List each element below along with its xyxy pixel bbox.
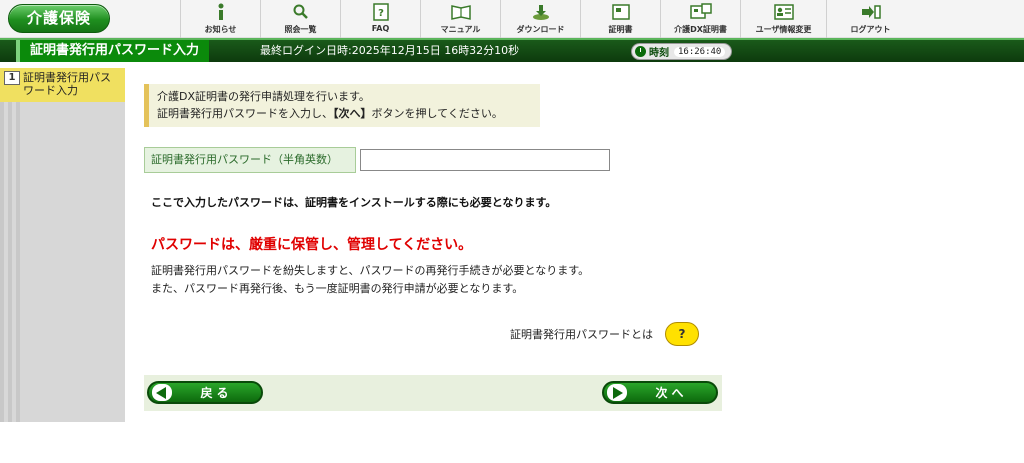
install-password-note: ここで入力したパスワードは、証明書をインストールする際にも必要となります。 (151, 196, 557, 209)
arrow-right-icon (607, 384, 627, 401)
sidebar-rail (0, 68, 20, 422)
notice-line-2: 証明書発行用パスワードを入力し、【次へ】ボタンを押してください。 (157, 105, 540, 122)
step-number: 1 (4, 71, 20, 85)
nav-item-dx-certificate[interactable]: 介護DX証明書 (660, 0, 740, 38)
help-text: 証明書発行用パスワードとは (510, 328, 653, 341)
download-icon (532, 3, 550, 21)
nav-menu: お知らせ 照会一覧 ? FAQ マニュアル ダウンロード 証明書 介護DX証明書… (180, 0, 914, 38)
manual-icon (450, 3, 471, 21)
nav-label: ログアウト (850, 25, 891, 34)
next-button[interactable]: 次へ (602, 381, 718, 404)
logout-icon (861, 3, 881, 21)
last-login-time: 最終ログイン日時:2025年12月15日 16時32分10秒 (260, 44, 520, 57)
password-loss-description: 証明書発行用パスワードを紛失しますと、パスワードの再発行手続きが必要となります。… (151, 262, 589, 298)
nav-label: 照会一覧 (284, 25, 317, 34)
step-sidebar: 1 証明書発行用パスワード入力 (0, 68, 125, 422)
back-button[interactable]: 戻る (147, 381, 263, 404)
nav-label: 介護DX証明書 (674, 25, 727, 34)
page-title: 証明書発行用パスワード入力 (16, 40, 210, 62)
password-label: 証明書発行用パスワード（半角英数） (144, 147, 356, 173)
info-icon (215, 3, 227, 21)
home-logo-button[interactable]: 介護保険 (8, 4, 110, 33)
nav-item-manual[interactable]: マニュアル (420, 0, 500, 38)
clock-icon (635, 46, 646, 57)
title-bar: 証明書発行用パスワード入力 最終ログイン日時:2025年12月15日 16時32… (0, 38, 1024, 62)
search-icon (293, 3, 309, 21)
nav-label: FAQ (371, 24, 390, 33)
nav-item-inquiry-list[interactable]: 照会一覧 (260, 0, 340, 38)
description-line-1: 証明書発行用パスワードを紛失しますと、パスワードの再発行手続きが必要となります。 (151, 264, 590, 277)
step-label: 証明書発行用パスワード入力 (23, 71, 111, 97)
nav-label: マニュアル (440, 25, 481, 34)
nav-item-user-info[interactable]: ユーザ情報変更 (740, 0, 826, 38)
arrow-left-icon (152, 384, 172, 401)
clock-label: 時刻 (649, 48, 669, 59)
nav-item-faq[interactable]: ? FAQ (340, 0, 420, 38)
sidebar-step-password-input: 1 証明書発行用パスワード入力 (0, 68, 125, 102)
clock-time: 16:26:40 (674, 46, 726, 57)
next-button-label: 次へ (655, 386, 688, 400)
notice-next-emphasis: 【次へ】 (333, 107, 372, 120)
notice-text: ボタンを押してください。 (371, 107, 503, 120)
password-warning-heading: パスワードは、厳重に保管し、管理してください。 (151, 237, 473, 253)
nav-item-certificate[interactable]: 証明書 (580, 0, 660, 38)
clock-display: 時刻 16:26:40 (631, 43, 733, 60)
nav-label: 証明書 (608, 25, 633, 34)
nav-label: お知らせ (204, 25, 237, 34)
back-button-label: 戻る (200, 386, 233, 400)
help-button[interactable]: ? (665, 322, 699, 346)
notice-text: 証明書発行用パスワードを入力し、 (157, 107, 333, 120)
user-info-icon (773, 3, 794, 21)
dx-certificate-icon (689, 3, 712, 21)
nav-label: ダウンロード (516, 25, 565, 34)
top-navigation: 介護保険 お知らせ 照会一覧 ? FAQ マニュアル ダウンロード 証明書 介護… (0, 0, 1024, 38)
instruction-notice: 介護DX証明書の発行申請処理を行います。 証明書発行用パスワードを入力し、【次へ… (144, 84, 540, 127)
nav-label: ユーザ情報変更 (755, 25, 812, 34)
password-row: 証明書発行用パスワード（半角英数） (144, 147, 610, 173)
certificate-icon (611, 3, 630, 21)
nav-item-download[interactable]: ダウンロード (500, 0, 580, 38)
help-row: 証明書発行用パスワードとは ? (510, 322, 699, 346)
nav-item-notice[interactable]: お知らせ (180, 0, 260, 38)
description-line-2: また、パスワード再発行後、もう一度証明書の発行申請が必要となります。 (151, 282, 524, 295)
nav-item-logout[interactable]: ログアウト (826, 0, 914, 38)
button-bar: 戻る 次へ (144, 375, 722, 411)
password-input[interactable] (360, 149, 610, 171)
notice-line-1: 介護DX証明書の発行申請処理を行います。 (157, 90, 370, 103)
svg-text:?: ? (378, 8, 384, 19)
faq-icon: ? (372, 3, 389, 21)
main-content: 介護DX証明書の発行申請処理を行います。 証明書発行用パスワードを入力し、【次へ… (125, 68, 1024, 422)
